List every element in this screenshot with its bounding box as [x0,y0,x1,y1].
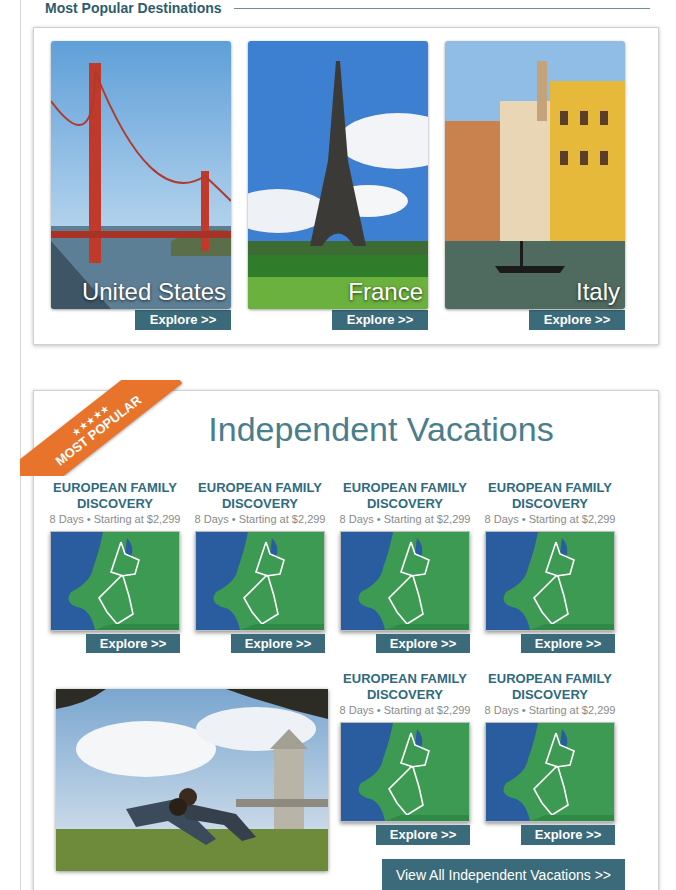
explore-button[interactable]: Explore >> [86,634,180,654]
tour-price: Starting at $2,299 [239,512,326,526]
destination-card: United States Explore >> [51,41,231,330]
explore-button[interactable]: Explore >> [376,634,470,654]
section-header: Most Popular Destinations [45,0,676,16]
vacations-card: ★★★★★MOST POPULARIndependent VacationsEU… [33,390,659,890]
explore-button[interactable]: Explore >> [521,634,615,654]
route-map-icon [341,723,469,821]
venice-photo [445,41,625,309]
ribbon-clip: ★★★★★MOST POPULAR [20,380,190,476]
tour-grid: EUROPEAN FAMILY DISCOVERY8 Days•Starting… [50,480,658,890]
tour-days: 8 Days [50,512,84,526]
destination-card: France Explore >> [248,41,428,330]
tour-meta: 8 Days•Starting at $2,299 [195,512,326,526]
tour-meta: 8 Days•Starting at $2,299 [340,703,471,717]
tour-title[interactable]: EUROPEAN FAMILY DISCOVERY [192,480,328,512]
section-title: Most Popular Destinations [45,0,222,16]
tour-map[interactable] [195,531,325,631]
tour-separator: • [522,703,526,717]
explore-button[interactable]: Explore >> [231,634,325,654]
page: Most Popular Destinations United States Ex… [20,0,676,890]
tour-card: EUROPEAN FAMILY DISCOVERY8 Days•Starting… [485,480,615,654]
tour-title[interactable]: EUROPEAN FAMILY DISCOVERY [47,480,183,512]
explore-button[interactable]: Explore >> [521,825,615,845]
destination-name: Italy [576,278,620,306]
destination-card: Italy Explore >> [445,41,625,330]
tour-title[interactable]: EUROPEAN FAMILY DISCOVERY [482,480,618,512]
destination-name: United States [82,278,226,306]
explore-button[interactable]: Explore >> [332,310,428,330]
vacations-section: ★★★★★MOST POPULARIndependent VacationsEU… [33,390,676,890]
eiffel-photo [248,41,428,309]
tour-map[interactable] [485,722,615,822]
featured-photo[interactable] [56,689,328,871]
route-map-icon [341,532,469,630]
tour-days: 8 Days [340,512,374,526]
destination-photo[interactable]: France [248,41,428,309]
tour-price: Starting at $2,299 [94,512,181,526]
tour-title[interactable]: EUROPEAN FAMILY DISCOVERY [337,671,473,703]
tour-price: Starting at $2,299 [529,512,616,526]
most-popular-ribbon: ★★★★★MOST POPULAR [20,380,182,476]
tour-meta: 8 Days•Starting at $2,299 [485,512,616,526]
tour-price: Starting at $2,299 [529,703,616,717]
tour-separator: • [377,703,381,717]
tour-days: 8 Days [340,703,374,717]
tour-meta: 8 Days•Starting at $2,299 [340,512,471,526]
route-map-icon [486,532,614,630]
tour-map[interactable] [50,531,180,631]
ribbon-label: MOST POPULAR [52,392,144,468]
tour-days: 8 Days [485,512,519,526]
couple-photo [56,689,328,871]
tour-separator: • [522,512,526,526]
destination-name: France [348,278,423,306]
tour-separator: • [377,512,381,526]
route-map-icon [51,532,179,630]
tour-title[interactable]: EUROPEAN FAMILY DISCOVERY [482,671,618,703]
tour-card: EUROPEAN FAMILY DISCOVERY8 Days•Starting… [340,671,470,845]
tour-map[interactable] [340,722,470,822]
view-all-row: View All Independent Vacations >> [340,859,625,890]
explore-button[interactable]: Explore >> [529,310,625,330]
tour-meta: 8 Days•Starting at $2,299 [485,703,616,717]
tour-separator: • [87,512,91,526]
destination-photo[interactable]: United States [51,41,231,309]
tour-price: Starting at $2,299 [384,512,471,526]
tour-price: Starting at $2,299 [384,703,471,717]
destinations-section: Most Popular Destinations United States Ex… [33,0,676,345]
tour-card: EUROPEAN FAMILY DISCOVERY8 Days•Starting… [485,671,615,845]
tour-separator: • [232,512,236,526]
tour-card: EUROPEAN FAMILY DISCOVERY8 Days•Starting… [340,480,470,654]
explore-button[interactable]: Explore >> [376,825,470,845]
explore-button[interactable]: Explore >> [135,310,231,330]
tour-meta: 8 Days•Starting at $2,299 [50,512,181,526]
destination-photo[interactable]: Italy [445,41,625,309]
route-map-icon [196,532,324,630]
tour-title[interactable]: EUROPEAN FAMILY DISCOVERY [337,480,473,512]
tour-days: 8 Days [485,703,519,717]
view-all-button[interactable]: View All Independent Vacations >> [382,859,625,890]
tour-card: EUROPEAN FAMILY DISCOVERY8 Days•Starting… [195,480,325,654]
tour-map[interactable] [340,531,470,631]
route-map-icon [486,723,614,821]
tour-map[interactable] [485,531,615,631]
destinations-card: United StatesExplore >>FranceExplore >>I… [33,27,659,345]
tour-card: EUROPEAN FAMILY DISCOVERY8 Days•Starting… [50,480,180,654]
tour-days: 8 Days [195,512,229,526]
bridge-photo [51,41,231,309]
header-rule [234,8,650,9]
